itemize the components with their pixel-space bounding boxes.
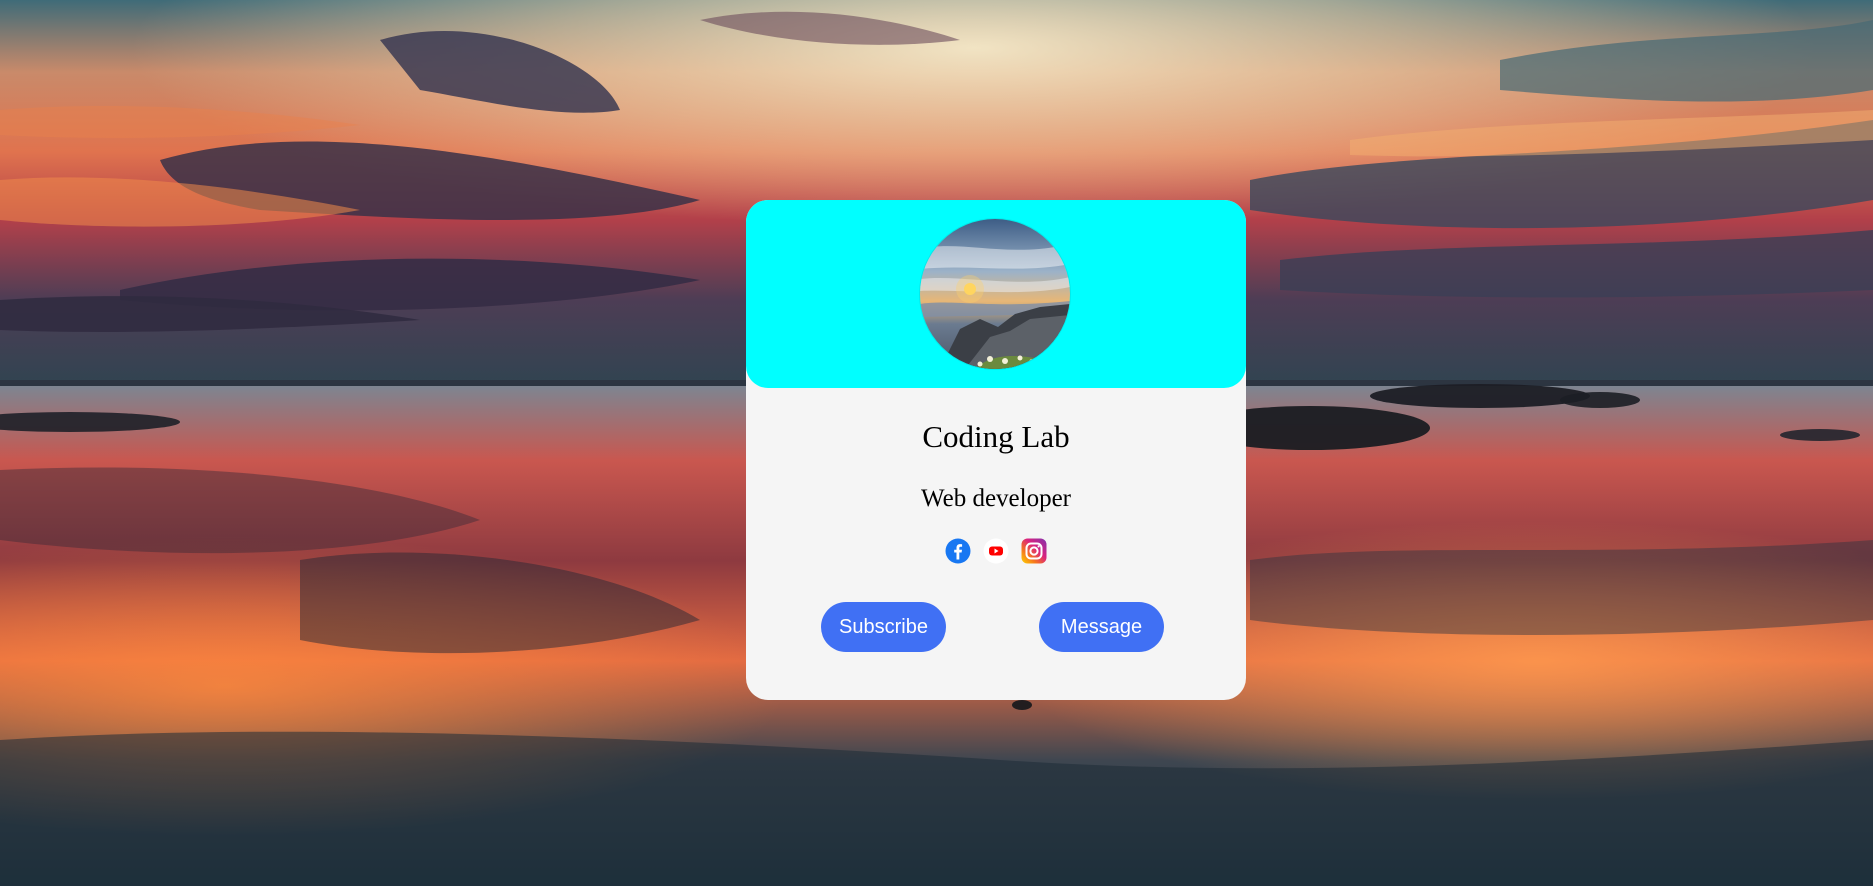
social-links	[746, 536, 1246, 566]
profile-role: Web developer	[921, 485, 1071, 512]
instagram-icon[interactable]	[1021, 538, 1047, 564]
youtube-icon[interactable]	[983, 538, 1009, 564]
facebook-icon[interactable]	[945, 538, 971, 564]
message-button[interactable]: Message	[1039, 602, 1164, 652]
profile-card: Coding Lab Web developer Subscribe Messa…	[746, 200, 1246, 700]
subscribe-button[interactable]: Subscribe	[821, 602, 946, 652]
profile-avatar	[920, 219, 1070, 369]
profile-name: Coding Lab	[922, 419, 1070, 454]
